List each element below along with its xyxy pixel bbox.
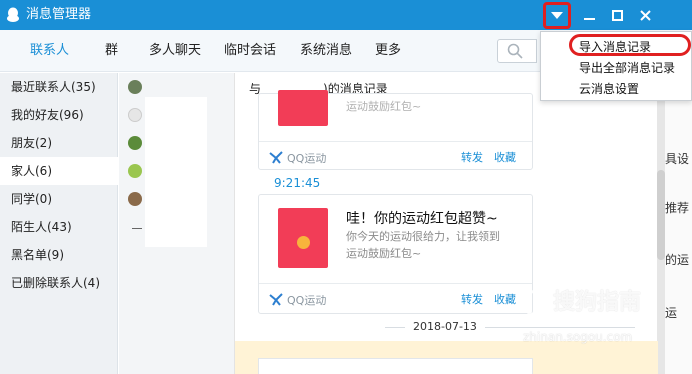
redacted-names	[145, 97, 207, 247]
message-history-panel: 与)的消息记录 运动鼓励红包~ QQ运动 转发 收藏 9:21:45 哇！你的运…	[234, 73, 658, 374]
window-title: 消息管理器	[26, 7, 92, 22]
menu-item-cloud-settings[interactable]: 云消息设置	[579, 81, 639, 97]
options-dropdown-menu: 导入消息记录 导出全部消息记录 云消息设置	[540, 31, 692, 101]
sogou-logo-icon	[522, 290, 548, 316]
red-envelope-image	[278, 208, 328, 268]
tab-system-messages[interactable]: 系统消息	[300, 43, 352, 59]
message-card[interactable]: 运动鼓励红包~ QQ运动 转发 收藏	[258, 90, 533, 170]
tab-contacts[interactable]: 联系人	[30, 43, 69, 59]
menu-item-export-all-records[interactable]: 导出全部消息记录	[579, 60, 675, 76]
qq-sport-icon	[269, 293, 283, 306]
contact-list	[119, 73, 237, 374]
sidebar-item-blacklist[interactable]: 黑名单(9)	[0, 241, 118, 269]
card-description: 运动鼓励红包~	[346, 247, 422, 260]
card-description: 运动鼓励红包~	[346, 100, 422, 113]
red-envelope-image	[278, 90, 328, 126]
card-description: 你今天的运动很给力，让我领到	[346, 230, 500, 243]
sidebar-item-recent[interactable]: 最近联系人(35)	[0, 73, 118, 101]
search-icon	[507, 43, 523, 59]
triangle-down-icon	[551, 11, 563, 19]
qq-sport-icon	[269, 151, 283, 164]
sidebar-item-classmates[interactable]: 同学(0)	[0, 185, 118, 213]
qq-penguin-icon	[7, 7, 19, 22]
contact-category-list: 最近联系人(35) 我的好友(96) 朋友(2) 家人(6) 同学(0) 陌生人…	[0, 73, 118, 374]
list-separator	[132, 228, 142, 229]
sidebar-item-strangers[interactable]: 陌生人(43)	[0, 213, 118, 241]
message-time: 9:21:45	[274, 176, 321, 190]
source-label: QQ运动	[287, 152, 327, 165]
tab-temp-chat[interactable]: 临时会话	[224, 43, 276, 59]
card-title: 哇！你的运动红包超赞~	[346, 211, 498, 227]
avatar[interactable]	[128, 108, 142, 122]
message-card[interactable]: 哇！你的运动红包超赞~ 你今天的运动很给力，让我领到 运动鼓励红包~ QQ运动 …	[258, 194, 533, 314]
title-bar[interactable]: 消息管理器	[0, 0, 692, 30]
favorite-link[interactable]: 收藏	[494, 291, 516, 307]
avatar[interactable]	[128, 80, 142, 94]
avatar[interactable]	[128, 192, 142, 206]
close-icon	[639, 9, 651, 21]
favorite-link[interactable]: 收藏	[494, 149, 516, 165]
tab-more[interactable]: 更多	[375, 43, 401, 59]
source-label: QQ运动	[287, 294, 327, 307]
maximize-button[interactable]	[604, 3, 630, 27]
minimize-icon	[583, 17, 595, 20]
forward-link[interactable]: 转发	[461, 291, 483, 307]
close-button[interactable]	[632, 3, 658, 27]
forward-link[interactable]: 转发	[461, 149, 483, 165]
message-manager-window: 消息管理器 联系人 群 多人聊天 临时会话 系统消息 更多 最近联系人(35) …	[0, 0, 692, 374]
menu-dropdown-button[interactable]	[543, 2, 571, 29]
sidebar-item-family[interactable]: 家人(6)	[0, 157, 118, 185]
minimize-button[interactable]	[576, 3, 602, 27]
search-input[interactable]	[497, 39, 537, 63]
tab-multi-chat[interactable]: 多人聊天	[149, 43, 201, 59]
menu-item-import-records[interactable]: 导入消息记录	[579, 39, 651, 55]
maximize-icon	[611, 9, 623, 21]
date-label: 2018-07-13	[405, 320, 485, 333]
sidebar-item-deleted[interactable]: 已删除联系人(4)	[0, 269, 118, 297]
sidebar-item-friends[interactable]: 我的好友(96)	[0, 101, 118, 129]
scrollbar-thumb[interactable]	[657, 170, 665, 260]
watermark-url: zhinan.sogou.com	[523, 330, 633, 344]
sidebar-item-pengyou[interactable]: 朋友(2)	[0, 129, 118, 157]
avatar[interactable]	[128, 164, 142, 178]
watermark-brand: 搜狗指南	[553, 290, 642, 315]
coin-icon	[297, 236, 310, 249]
tab-groups[interactable]: 群	[105, 43, 118, 59]
message-card[interactable]	[258, 358, 533, 374]
avatar[interactable]	[128, 136, 142, 150]
